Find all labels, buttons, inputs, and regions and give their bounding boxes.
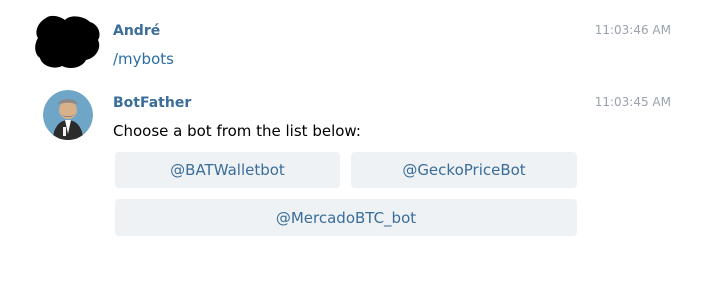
redacted-avatar-blob xyxy=(35,15,100,68)
message-timestamp: 11:03:46 AM xyxy=(594,23,671,37)
inline-button-mercadobtc-bot[interactable]: @MercadoBTC_bot xyxy=(115,199,577,236)
message-andre: André 11:03:46 AM /mybots xyxy=(0,0,705,85)
message-text[interactable]: /mybots xyxy=(113,50,174,68)
message-timestamp: 11:03:45 AM xyxy=(594,95,671,109)
avatar-botfather[interactable] xyxy=(43,90,93,140)
sender-name[interactable]: BotFather xyxy=(113,95,191,111)
sender-name[interactable]: André xyxy=(113,23,160,39)
message-text: Choose a bot from the list below: xyxy=(113,122,361,140)
avatar-redacted[interactable] xyxy=(32,10,104,72)
inline-button-geckopricebot[interactable]: @GeckoPriceBot xyxy=(351,152,577,188)
message-botfather: BotFather 11:03:45 AM Choose a bot from … xyxy=(0,85,705,287)
inline-button-batwalletbot[interactable]: @BATWalletbot xyxy=(115,152,340,188)
botfather-avatar-icon xyxy=(43,90,93,140)
